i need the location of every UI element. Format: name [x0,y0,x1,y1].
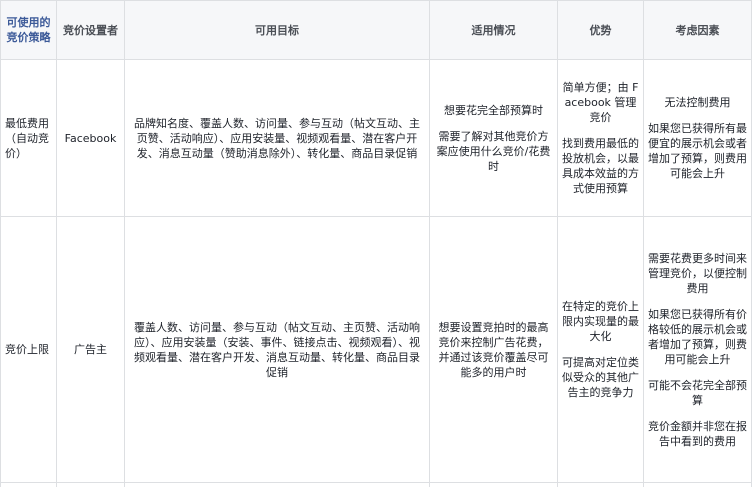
table-header-row: 可使用的竞价策略 竞价设置者 可用目标 适用情况 优势 考虑因素 [1,1,752,60]
advantage-text: 简单方便；由 Facebook 管理竞价 [562,80,639,125]
situation-text: 想要花完全部预算时 [434,103,553,118]
table-row: 最低费用（自动竞价） Facebook 品牌知名度、覆盖人数、访问量、参与互动（… [1,60,752,217]
advantages-cell: 在特定的竞价上限内实现量的最大化 可提高对定位类似受众的其他广告主的竞争力 [558,217,644,483]
consideration-text: 无法控制费用 [648,95,747,110]
considerations-cell: 需要花费更多时间来管理竞价，以便控制费用 如果您已获得所有价格较低的展示机会或者… [644,217,752,483]
bid-strategy-table: 可使用的竞价策略 竞价设置者 可用目标 适用情况 优势 考虑因素 最低费用（自动… [0,0,752,487]
advantage-text: 找到费用最低的投放机会，以最具成本效益的方式使用预算 [562,136,639,196]
goals-cell: 覆盖人数、访问量、参与互动（帖文互动、主页赞、活动响应）、应用安装量（安装、事件… [125,217,430,483]
setter-cell: 广告主 [57,217,125,483]
header-situations: 适用情况 [430,1,558,60]
situation-text: 想要设置竞拍时的最高竞价来控制广告花费，并通过该竞价覆盖尽可能多的用户时 [434,320,553,380]
consideration-text: 需要花费更多时间来管理竞价，以便控制费用 [648,251,747,296]
consideration-text: 如果您已获得所有价格较低的展示机会或者增加了预算，则费用可能会上升 [648,307,747,367]
advantage-text: 可提高对定位类似受众的其他广告主的竞争力 [562,355,639,400]
considerations-cell: 无法控制费用 如果您已获得所有最便宜的展示机会或者增加了预算，则费用可能会上升 [644,60,752,217]
consideration-text: 可能不会花完全部预算 [648,378,747,408]
strategy-cell: 竞价上限 [1,217,57,483]
consideration-text: 如果您已获得所有最便宜的展示机会或者增加了预算，则费用可能会上升 [648,121,747,181]
situations-cell: 想要设置竞拍时的最高竞价来控制广告花费，并通过该竞价覆盖尽可能多的用户时 [430,217,558,483]
header-considerations: 考虑因素 [644,1,752,60]
table-row: 竞价上限 广告主 覆盖人数、访问量、参与互动（帖文互动、主页赞、活动响应）、应用… [1,217,752,483]
goals-cell: 品牌知名度、覆盖人数、访问量、参与互动（帖文互动、主页赞、活动响应）、应用安装量… [125,60,430,217]
header-strategy: 可使用的竞价策略 [1,1,57,60]
header-advantages: 优势 [558,1,644,60]
situations-cell: 想要花完全部预算时 需要了解对其他竞价方案应使用什么竞价/花费时 [430,60,558,217]
header-setter: 竞价设置者 [57,1,125,60]
consideration-text: 竞价金额并非您在报告中看到的费用 [648,419,747,449]
header-goals: 可用目标 [125,1,430,60]
advantage-text: 在特定的竞价上限内实现量的最大化 [562,299,639,344]
setter-cell: Facebook [57,60,125,217]
situation-text: 需要了解对其他竞价方案应使用什么竞价/花费时 [434,129,553,174]
advantages-cell: 简单方便；由 Facebook 管理竞价 找到费用最低的投放机会，以最具成本效益… [558,60,644,217]
strategy-cell: 最低费用（自动竞价） [1,60,57,217]
